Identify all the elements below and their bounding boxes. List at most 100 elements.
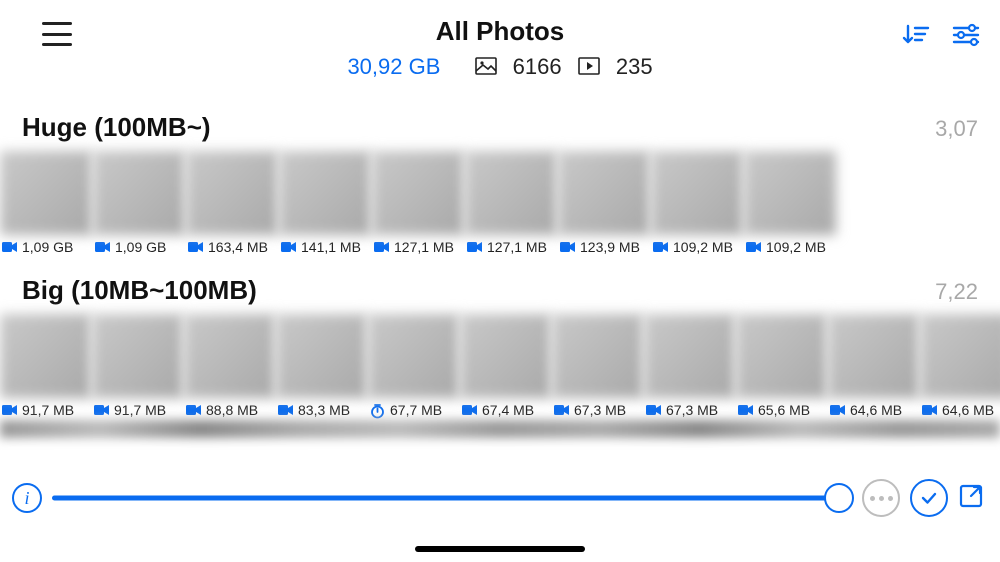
section-header[interactable]: Big (10MB~100MB)7,22 <box>0 255 1000 314</box>
thumbnail-label: 67,3 MB <box>552 398 643 418</box>
video-icon <box>738 404 754 416</box>
thumbnail-size: 1,09 GB <box>22 239 73 255</box>
thumbnail-item[interactable]: 67,7 MB <box>368 314 459 418</box>
thumbnail-image <box>920 314 1000 398</box>
video-icon <box>186 404 202 416</box>
video-icon <box>94 404 110 416</box>
thumbnail-image <box>0 314 91 398</box>
check-icon <box>919 488 939 508</box>
thumbnail-item[interactable]: 67,3 MB <box>644 314 735 418</box>
thumbnail-image <box>184 314 275 398</box>
photo-count: 6166 <box>513 54 562 79</box>
home-indicator[interactable] <box>415 546 585 552</box>
thumbnail-item[interactable]: 127,1 MB <box>372 151 464 255</box>
video-icon <box>646 404 662 416</box>
thumbnail-label: 1,09 GB <box>93 235 185 255</box>
thumbnail-item[interactable]: 65,6 MB <box>736 314 827 418</box>
thumbnail-size: 65,6 MB <box>758 402 810 418</box>
thumbnail-item[interactable]: 88,8 MB <box>184 314 275 418</box>
thumbnail-label: 67,3 MB <box>644 398 735 418</box>
thumbnail-item[interactable]: 123,9 MB <box>558 151 650 255</box>
info-button[interactable]: i <box>12 483 42 513</box>
thumbnail-item[interactable]: 67,3 MB <box>552 314 643 418</box>
filter-button[interactable] <box>952 22 980 53</box>
thumbnail-image <box>558 151 650 235</box>
thumbnail-label: 127,1 MB <box>372 235 464 255</box>
thumbnail-item[interactable]: 141,1 MB <box>279 151 371 255</box>
expand-button[interactable] <box>958 483 988 513</box>
video-icon <box>281 241 297 253</box>
thumbnail-label: 1,09 GB <box>0 235 92 255</box>
thumbnail-size: 91,7 MB <box>114 402 166 418</box>
thumbnail-label: 141,1 MB <box>279 235 371 255</box>
thumbnail-size: 163,4 MB <box>208 239 268 255</box>
video-icon <box>830 404 846 416</box>
thumbnail-label: 88,8 MB <box>184 398 275 418</box>
video-icon <box>2 404 18 416</box>
thumbnail-size: 127,1 MB <box>394 239 454 255</box>
thumbnail-item[interactable]: 109,2 MB <box>651 151 743 255</box>
thumbnail-size: 83,3 MB <box>298 402 350 418</box>
thumbnail-item[interactable]: 1,09 GB <box>93 151 185 255</box>
thumbnail-image <box>92 314 183 398</box>
thumbnail-image <box>644 314 735 398</box>
thumbnail-size: 67,4 MB <box>482 402 534 418</box>
thumbnail-image <box>552 314 643 398</box>
thumbnail-item[interactable]: 64,6 MB <box>828 314 919 418</box>
video-icon <box>278 404 294 416</box>
thumbnail-size: 64,6 MB <box>942 402 994 418</box>
thumbnail-item[interactable]: 163,4 MB <box>186 151 278 255</box>
thumbnail-label: 163,4 MB <box>186 235 278 255</box>
thumbnail-item[interactable]: 109,2 MB <box>744 151 836 255</box>
select-button[interactable] <box>910 479 948 517</box>
slider-knob[interactable] <box>824 483 854 513</box>
thumbnail-item[interactable]: 91,7 MB <box>92 314 183 418</box>
video-icon <box>560 241 576 253</box>
section: Huge (100MB~) 3,07 1,09 GB 1,09 GB 163,4 MB 1… <box>0 92 1000 255</box>
thumbnail-image <box>651 151 743 235</box>
thumbnail-item[interactable]: 91,7 MB <box>0 314 91 418</box>
thumbnail-item[interactable]: 64,6 MB <box>920 314 1000 418</box>
more-button[interactable] <box>862 479 900 517</box>
photo-icon <box>475 55 497 81</box>
video-icon <box>467 241 483 253</box>
page-title: All Photos <box>0 16 1000 47</box>
thumbnail-size: 141,1 MB <box>301 239 361 255</box>
section-title: Huge (100MB~) <box>22 112 211 143</box>
thumbnail-item[interactable]: 127,1 MB <box>465 151 557 255</box>
thumbnail-label: 65,6 MB <box>736 398 827 418</box>
thumbnail-row: 91,7 MB 91,7 MB 88,8 MB 83,3 MB 67,7 MB 67,4 … <box>0 314 1000 418</box>
thumbnail-row-partial <box>0 420 1000 438</box>
thumbnail-image <box>465 151 557 235</box>
thumbnail-item[interactable]: 67,4 MB <box>460 314 551 418</box>
size-slider[interactable] <box>52 483 852 513</box>
thumbnail-item[interactable]: 1,09 GB <box>0 151 92 255</box>
thumbnail-image <box>186 151 278 235</box>
sort-button[interactable] <box>902 22 930 53</box>
section-header[interactable]: Huge (100MB~) 3,07 <box>0 92 1000 151</box>
thumbnail-image <box>744 151 836 235</box>
video-icon <box>374 241 390 253</box>
thumbnail-item[interactable]: 83,3 MB <box>276 314 367 418</box>
thumbnail-label: 64,6 MB <box>828 398 919 418</box>
total-size: 30,92 GB <box>347 54 440 79</box>
thumbnail-image <box>368 314 459 398</box>
video-icon <box>95 241 111 253</box>
stats-bar: 30,92 GB 6166 235 <box>0 54 1000 81</box>
video-count: 235 <box>616 54 653 79</box>
thumbnail-size: 127,1 MB <box>487 239 547 255</box>
thumbnail-size: 67,7 MB <box>390 402 442 418</box>
thumbnail-label: 91,7 MB <box>0 398 91 418</box>
thumbnail-image <box>0 151 92 235</box>
video-icon <box>2 241 18 253</box>
video-icon <box>554 404 570 416</box>
section-title: Big (10MB~100MB) <box>22 275 257 306</box>
thumbnail-size: 123,9 MB <box>580 239 640 255</box>
video-icon <box>462 404 478 416</box>
video-icon <box>578 55 600 81</box>
thumbnail-label: 123,9 MB <box>558 235 650 255</box>
thumbnail-label: 127,1 MB <box>465 235 557 255</box>
more-icon <box>870 496 893 501</box>
section-size: 3,07 <box>935 116 978 142</box>
thumbnail-label: 109,2 MB <box>651 235 743 255</box>
